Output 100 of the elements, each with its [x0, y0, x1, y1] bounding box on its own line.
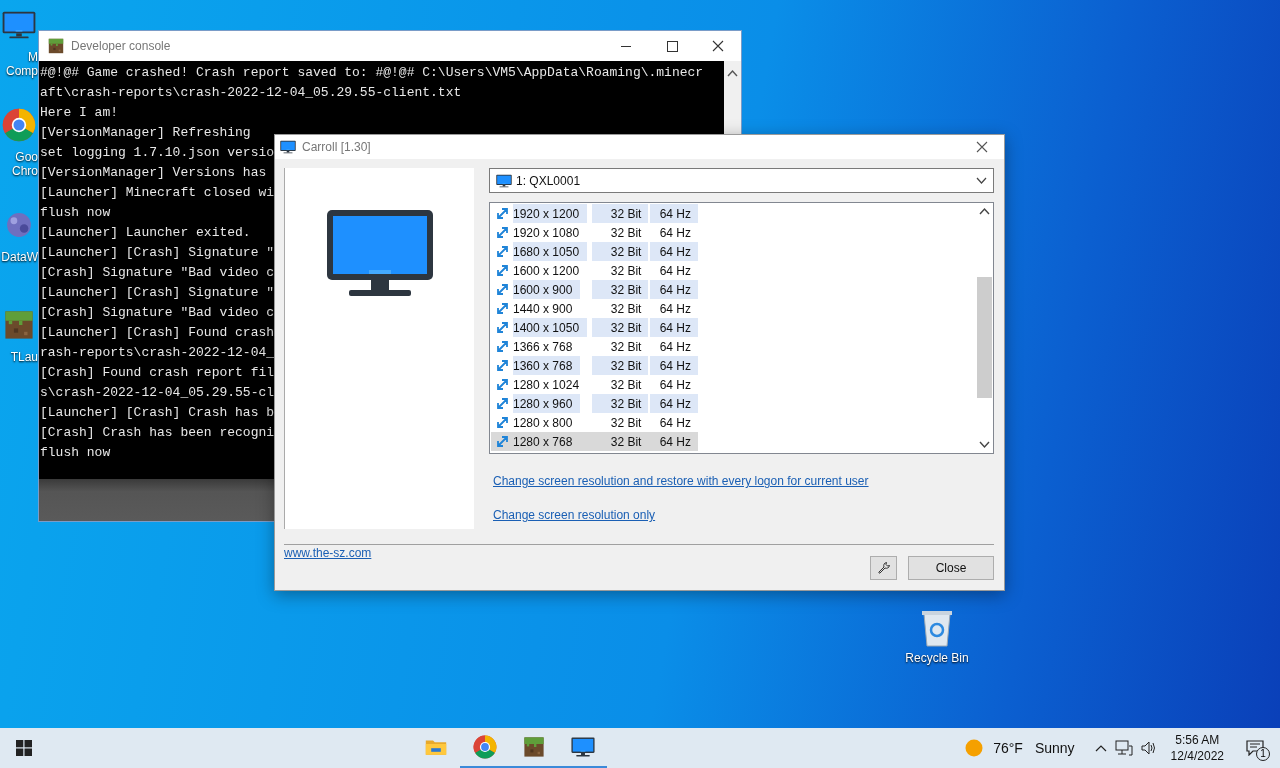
table-cell-text: 32 Bit: [609, 300, 643, 318]
table-cell-text: 32 Bit: [609, 414, 643, 432]
website-link[interactable]: www.the-sz.com: [284, 546, 372, 560]
desktop-shortcut-icon[interactable]: [2, 108, 36, 142]
app-icon: [47, 37, 65, 55]
mode-row[interactable]: 1440 x 900 32 Bit 64 Hz: [491, 299, 698, 318]
resize-arrow-icon: [496, 302, 509, 315]
table-cell-text: 32 Bit: [609, 433, 643, 451]
mode-row[interactable]: 1280 x 1024 32 Bit 64 Hz: [491, 375, 698, 394]
network-icon[interactable]: [1114, 740, 1133, 756]
display-dropdown[interactable]: 1: QXL0001: [489, 168, 994, 193]
console-text-line: [Crash] Found crash report fil: [40, 364, 275, 382]
resolution-text: 1600 x 1200: [513, 262, 581, 280]
mode-row[interactable]: 1920 x 1200 32 Bit 64 Hz: [491, 204, 698, 223]
resize-arrow-icon: [496, 245, 509, 258]
table-cell-text: 64 Hz: [658, 224, 692, 242]
settings-button[interactable]: [870, 556, 897, 580]
chevron-up-icon[interactable]: [1094, 744, 1107, 752]
console-text-line: [Launcher] [Crash] Crash has b: [40, 404, 275, 422]
mode-row[interactable]: 1366 x 768 32 Bit 64 Hz: [491, 337, 698, 356]
table-cell: 64 Hz: [650, 394, 698, 413]
resolution-text: 1280 x 800: [513, 414, 574, 432]
table-cell: 32 Bit: [592, 394, 649, 413]
console-text-line: [Crash] Signature "Bad video c: [40, 264, 275, 282]
console-text-line: flush now: [40, 204, 111, 222]
table-cell-text: 32 Bit: [609, 224, 643, 242]
resolution-text: 1920 x 1080: [513, 224, 581, 242]
app-icon: [280, 140, 296, 154]
console-text-line: [VersionManager] Versions has: [40, 164, 267, 182]
scroll-up-icon[interactable]: [727, 69, 738, 77]
table-cell-text: 32 Bit: [609, 338, 643, 356]
mode-row[interactable]: 1360 x 768 32 Bit 64 Hz: [491, 356, 698, 375]
chrome-icon: [472, 735, 497, 759]
mode-row[interactable]: 1400 x 1050 32 Bit 64 Hz: [491, 318, 698, 337]
monitor-icon: [324, 208, 435, 298]
resolution-text: 1400 x 1050: [513, 318, 588, 337]
temperature-text: 76°F: [993, 740, 1023, 756]
table-cell: 32 Bit: [592, 318, 649, 337]
resize-arrow-icon: [496, 397, 509, 410]
table-cell-text: 64 Hz: [658, 433, 692, 451]
desktop-icon-label: M: [28, 50, 38, 64]
time-text: 5:56 AM: [1175, 732, 1220, 748]
resize-arrow-icon: [496, 283, 509, 296]
mode-row[interactable]: 1280 x 960 32 Bit 64 Hz: [491, 394, 698, 413]
console-text-line: Here I am!: [40, 104, 118, 122]
window-title: Carroll [1.30]: [302, 140, 371, 154]
scroll-thumb[interactable]: [977, 277, 992, 398]
mode-row[interactable]: 1680 x 1050 32 Bit 64 Hz: [491, 242, 698, 261]
desktop-icon-label: DataW: [1, 250, 38, 264]
resolution-text: 1280 x 1024: [513, 376, 581, 394]
mode-row[interactable]: 1280 x 768 32 Bit 64 Hz: [491, 432, 698, 451]
resolution-text: 1366 x 768: [513, 338, 574, 356]
recycle-bin-icon[interactable]: [919, 608, 955, 648]
monitor-icon: [570, 735, 595, 759]
date-text: 12/4/2022: [1170, 748, 1224, 764]
desktop-icon-label: Recycle Bin: [905, 651, 969, 665]
mode-row[interactable]: 1920 x 1080 32 Bit 64 Hz: [491, 223, 698, 242]
table-cell-text: 64 Hz: [658, 262, 692, 280]
chevron-down-icon: [976, 177, 987, 184]
message-icon: [1246, 740, 1264, 756]
resize-arrow-icon: [496, 264, 509, 277]
table-cell-text: 64 Hz: [658, 414, 692, 432]
table-cell: 32 Bit: [592, 280, 649, 299]
console-text-line: flush now: [40, 444, 111, 462]
desktop-shortcut-icon[interactable]: [2, 308, 36, 342]
windows-start-icon[interactable]: [16, 740, 32, 756]
resize-arrow-icon: [496, 321, 509, 334]
console-text-line: [Crash] Crash has been recogni: [40, 424, 275, 442]
console-text-line: rash-reports\crash-2022-12-04_: [40, 344, 275, 362]
resize-arrow-icon: [496, 207, 509, 220]
resize-arrow-icon: [496, 226, 509, 239]
resize-arrow-icon: [496, 435, 509, 448]
clock[interactable]: 5:56 AM 12/4/2022: [1170, 732, 1224, 764]
weather-text: Sunny: [1034, 740, 1075, 756]
table-cell: 64 Hz: [650, 280, 698, 299]
table-cell: 64 Hz: [650, 242, 698, 261]
scroll-down-icon[interactable]: [979, 441, 990, 449]
link[interactable]: Change screen resolution and restore with every logon for current user: [493, 474, 869, 488]
resolution-text: 1280 x 768: [513, 433, 574, 451]
close-button[interactable]: Close: [908, 556, 994, 580]
table-cell-text: 64 Hz: [658, 338, 692, 356]
desktop-icon-label: Comp: [6, 64, 38, 78]
monitor-icon: [496, 173, 512, 188]
desktop-icon-label: Chro: [12, 164, 38, 178]
table-cell-text: 64 Hz: [658, 300, 692, 318]
console-text-line: [Launcher] [Crash] Signature ": [40, 244, 275, 262]
resolution-text: 1600 x 900: [513, 280, 581, 299]
link[interactable]: Change screen resolution only: [493, 508, 656, 522]
table-cell-text: 32 Bit: [609, 376, 643, 394]
mode-row[interactable]: 1600 x 1200 32 Bit 64 Hz: [491, 261, 698, 280]
table-cell: 64 Hz: [650, 204, 698, 223]
volume-icon[interactable]: [1140, 740, 1157, 756]
mode-row[interactable]: 1600 x 900 32 Bit 64 Hz: [491, 280, 698, 299]
console-text-line: aft\crash-reports\crash-2022-12-04_05.29.55-client.txt: [40, 84, 462, 102]
resolution-text: 1920 x 1200: [513, 204, 588, 223]
notifications-button[interactable]: 1: [1240, 733, 1270, 763]
scroll-up-icon[interactable]: [979, 207, 990, 215]
table-cell: 32 Bit: [592, 204, 649, 223]
mode-row[interactable]: 1280 x 800 32 Bit 64 Hz: [491, 413, 698, 432]
console-text-line: [VersionManager] Refreshing: [40, 124, 251, 142]
